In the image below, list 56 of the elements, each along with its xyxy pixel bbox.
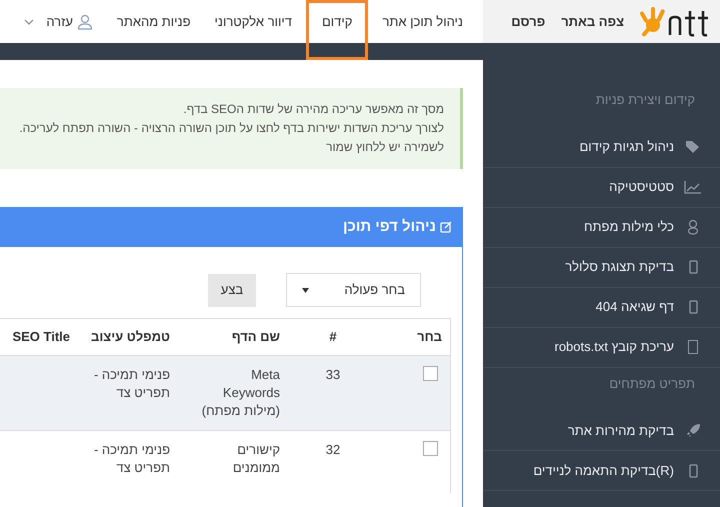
alert-text: לצורך עריכת השדות ישירות בדף לחצו על תוכן השורה הרצויה - השורה תפתח לעריכה. — [18, 120, 444, 137]
edit-icon — [440, 221, 452, 233]
dropdown-arrow-icon — [302, 288, 309, 292]
help-menu[interactable]: עזרה — [12, 12, 105, 32]
table-cell-text: פנימי תמיכה - תפריט צד — [92, 441, 170, 477]
tag-icon — [685, 140, 701, 154]
sidebar-item-label: כלי מילות מפתח — [584, 218, 674, 236]
sidebar-item[interactable]: בדיקת מהירות אתר — [483, 411, 720, 451]
sidebar-section-title: תפריט מפתחים — [608, 374, 696, 392]
chart-icon — [684, 180, 702, 194]
nav-tab[interactable]: ניהול תוכן אתר — [370, 12, 475, 32]
header-link[interactable]: צפה באתר — [561, 12, 624, 32]
apply-button[interactable]: בצע — [208, 274, 256, 306]
sidebar-item[interactable]: כלי מילות מפתח — [483, 208, 720, 248]
action-select[interactable]: בחר פעולה — [286, 273, 421, 307]
row-checkbox[interactable] — [423, 441, 438, 456]
column-header: # — [329, 329, 337, 344]
column-header: בחר — [417, 329, 442, 344]
column-header: שם הדף — [232, 329, 280, 344]
table-cell-text: Meta Keywords (מילות מפתח) — [200, 366, 280, 420]
alert-text: לשמירה יש ללחוץ שמור — [325, 139, 444, 156]
sidebar-item-label: בדיקת מהירות אתר — [568, 422, 674, 440]
phone-icon — [688, 464, 698, 478]
user-icon — [76, 14, 93, 30]
sidebar-item-label: בדיקת תצוגת סלולר — [565, 258, 674, 276]
sidebar-item-label: סטטיסטיקה — [609, 178, 674, 196]
sidebar-item[interactable]: דף שגיאה 404 — [483, 288, 720, 328]
file-icon — [688, 340, 698, 354]
sidebar-item-label: ניהול תגיות קידום — [579, 138, 674, 156]
sidebar-item-label: דף שגיאה 404 — [596, 298, 674, 316]
alert-text: מסך זה מאפשר עריכה מהירה של שדות הSEO בדף. — [182, 101, 444, 118]
phone-icon — [688, 300, 698, 314]
table-cell: 32 — [326, 442, 340, 457]
sidebar-item[interactable]: בדיקת תצוגת סלולר — [483, 248, 720, 288]
table-cell-text: פנימי תמיכה - תפריט צד — [92, 366, 170, 402]
column-header: טמפלט עיצוב — [91, 329, 170, 344]
sidebar-item[interactable]: סטטיסטיקה — [483, 168, 720, 208]
rocket-icon — [686, 423, 700, 438]
nav-tab[interactable]: פניות מהאתר — [104, 12, 203, 32]
sidebar-item-label: (R)בדיקת התאמה לניידים — [533, 462, 674, 480]
nav-tab[interactable]: קידום — [306, 0, 368, 60]
table-cell-text: קישורים ממומנים — [232, 441, 280, 477]
sidebar-item[interactable]: עריכת קובץ robots.txt — [483, 328, 720, 368]
nav-tab[interactable]: דיוור אלקטרוני — [202, 12, 304, 32]
panel-title: ניהול דפי תוכן — [343, 216, 436, 237]
sidebar-section-title: קידום ויצירת פניות — [594, 91, 696, 109]
table-cell: 33 — [326, 367, 340, 382]
sidebar-item[interactable]: (R)בדיקת התאמה לניידים — [483, 451, 720, 491]
column-header: SEO Title — [12, 329, 70, 344]
row-checkbox[interactable] — [423, 366, 438, 381]
sidebar-item-label: עריכת קובץ robots.txt — [554, 338, 674, 356]
phone-icon — [688, 260, 698, 274]
chevron-down-icon — [24, 18, 34, 24]
letter-g-icon — [687, 219, 699, 235]
header-link[interactable]: פרסם — [511, 12, 546, 32]
sidebar-item[interactable]: ניהול תגיות קידום — [483, 128, 720, 168]
